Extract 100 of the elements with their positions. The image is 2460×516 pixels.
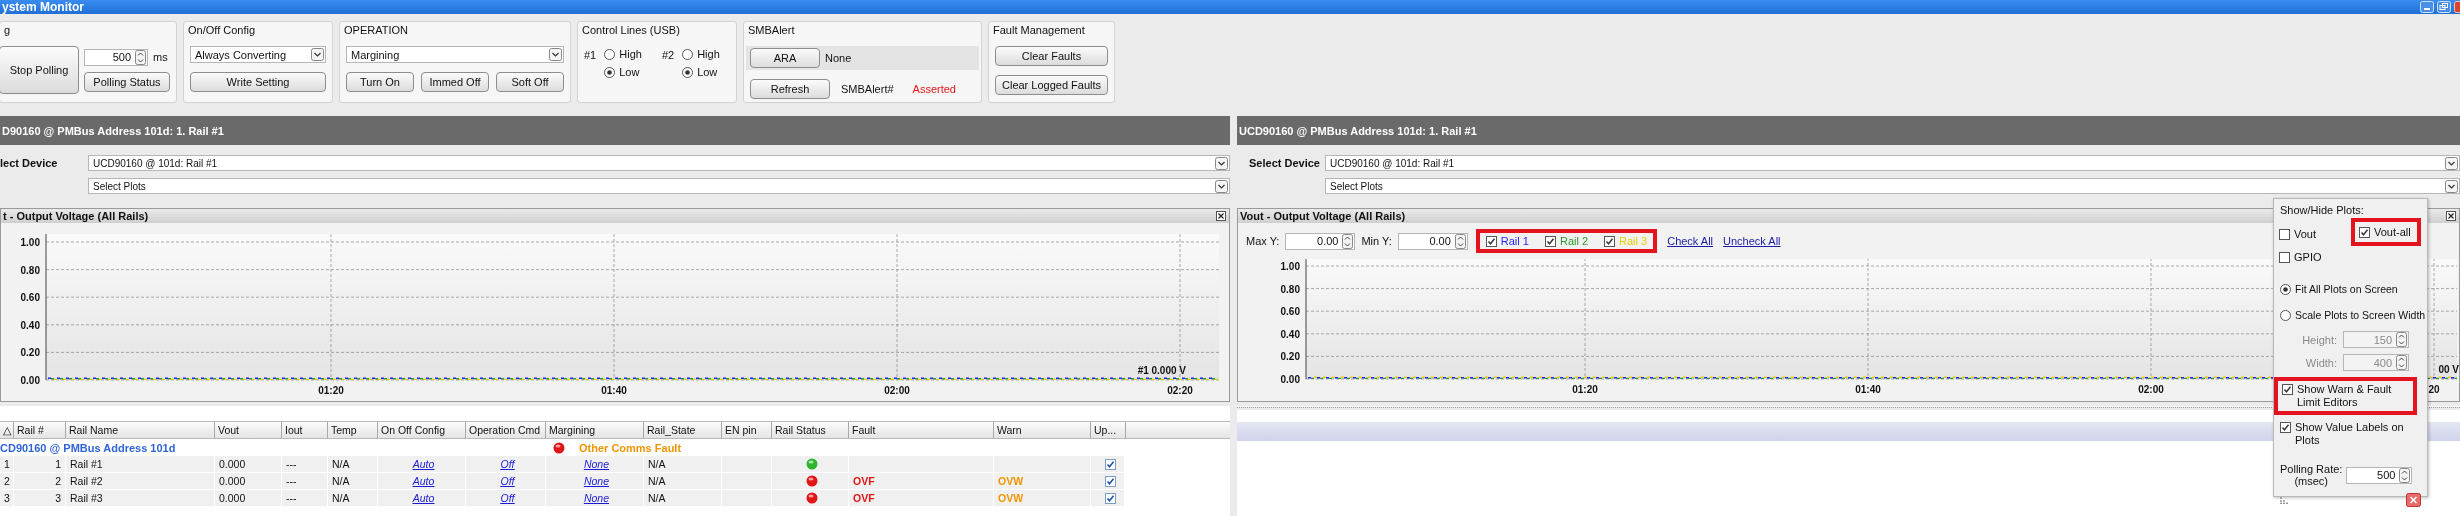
write-setting-button[interactable]: Write Setting [190,72,326,92]
group-title: Control Lines (USB) [582,24,681,37]
checkbox[interactable] [2279,228,2290,240]
restore-icon[interactable] [2437,1,2451,13]
device-label: lect Device [0,157,59,169]
operation-dropdown[interactable]: Margining [346,46,564,63]
option-label: Fit All Plots on Screen [2295,283,2398,295]
plots-dropdown[interactable]: Select Plots [1325,178,2460,194]
checkbox[interactable] [2282,384,2293,395]
checkbox[interactable] [1485,235,1497,247]
table-cell: N/A [644,456,722,472]
link[interactable]: Check All [1667,235,1714,247]
window-title: ystem Monitor [1,0,84,14]
polling-field[interactable]: 500 [2346,466,2413,484]
close-icon[interactable] [1216,211,1226,221]
fault-button[interactable]: Clear Logged Faults [995,75,1108,95]
min-y-field[interactable]: 0.00 [1397,232,1468,250]
operation-button[interactable]: Immed Off [421,72,489,92]
column-header[interactable]: Temp [328,422,378,438]
refresh-button[interactable]: Refresh [750,79,830,99]
interval-field[interactable]: 500 [84,48,148,66]
column-header[interactable]: △ [0,422,14,438]
link[interactable]: None [583,456,610,472]
radio-button[interactable] [682,66,694,78]
plots-dropdown[interactable]: Select Plots [88,178,1230,194]
update-checkbox[interactable] [1104,475,1116,487]
max-y-label: Max Y: [1246,235,1280,247]
table-cell: 3 [0,490,14,506]
column-header[interactable]: Rail Name [66,422,215,438]
checkbox[interactable] [2359,226,2370,238]
table-cell: 3 [14,490,66,506]
table-cell: OVF [849,473,994,489]
checkbox[interactable] [2280,422,2291,433]
spin-icon[interactable] [2399,467,2411,483]
update-checkbox[interactable] [1104,492,1116,504]
link[interactable]: Off [500,456,515,472]
column-header[interactable]: Fault [849,422,994,438]
axis-label: 02:00 [884,385,910,396]
device-dropdown[interactable]: UCD90160 @ 101d: Rail #1 [1325,155,2460,171]
update-checkbox[interactable] [1104,458,1116,470]
radio-button[interactable] [2280,283,2291,295]
link[interactable]: Off [500,473,515,489]
column-header[interactable]: Up... [1091,422,1126,438]
device-dropdown[interactable]: UCD90160 @ 101d: Rail #1 [88,155,1230,171]
group-label: CD90160 @ PMBus Address 101d [0,441,177,454]
operation-button[interactable]: Soft Off [496,72,564,92]
column-header[interactable]: Rail Status [772,422,849,438]
polling-status-button[interactable]: Polling Status [84,71,170,92]
column-header[interactable]: Rail_State [644,422,722,438]
column-header[interactable]: EN pin [722,422,772,438]
link[interactable]: Auto [412,490,435,506]
max-y-field[interactable]: 0.00 [1285,232,1356,250]
link[interactable]: None [583,473,610,489]
column-header[interactable]: Warn [994,422,1091,438]
axis-label: 1.00 [1280,261,1300,272]
link[interactable]: Auto [412,456,435,472]
link[interactable]: Off [500,490,515,506]
table-cell: OVW [994,490,1091,506]
option-label: GPIO [2294,251,2322,263]
option-label: Vout [2294,228,2317,240]
column-header[interactable]: Operation Cmd [466,422,546,438]
column-header[interactable]: On Off Config [378,422,466,438]
signal-state: Asserted [912,83,956,95]
minimize-icon[interactable] [2420,1,2434,13]
spin-icon[interactable] [2396,355,2407,370]
fault-button[interactable]: Clear Faults [995,46,1108,66]
spin-icon[interactable] [2396,332,2407,347]
checkbox[interactable] [1544,235,1556,247]
operation-button[interactable]: Turn On [346,72,414,92]
caret-icon [1215,156,1228,170]
axis-label: 0.60 [1280,306,1300,318]
config-dropdown[interactable]: Always Converting [190,46,326,63]
axis-label: 01:20 [318,385,344,396]
close-icon[interactable] [2446,211,2456,221]
column-header[interactable]: Vout [215,422,282,438]
option-label: Show Warn & Fault Limit Editors [2297,383,2393,409]
axis-label: 01:40 [601,385,627,396]
radio-button[interactable] [604,48,616,60]
radio-button[interactable] [682,48,694,60]
spin-icon[interactable] [1454,233,1466,249]
column-header[interactable]: Margining [546,422,644,438]
link[interactable]: None [583,490,610,506]
column-header[interactable]: Iout [282,422,328,438]
checkbox[interactable] [2279,251,2290,263]
option-label: Low [619,66,640,78]
ara-button[interactable]: ARA [750,48,820,68]
column-header[interactable]: Rail # [14,422,66,438]
radio-button[interactable] [604,66,616,78]
spin-icon[interactable] [1342,233,1354,249]
stop-polling-button[interactable]: Stop Polling [0,46,79,94]
grip-icon[interactable] [2280,496,2289,504]
spin-icon[interactable] [135,49,146,65]
link[interactable]: Uncheck All [1723,235,1781,247]
axis-label: 0.40 [20,319,40,331]
link[interactable]: Auto [412,473,435,489]
polling-label: Polling Rate: [2280,463,2343,475]
radio-button[interactable] [2280,309,2291,321]
checkbox[interactable] [1604,235,1616,247]
axis-label: 0.40 [1280,328,1300,340]
caret-icon [311,48,324,61]
